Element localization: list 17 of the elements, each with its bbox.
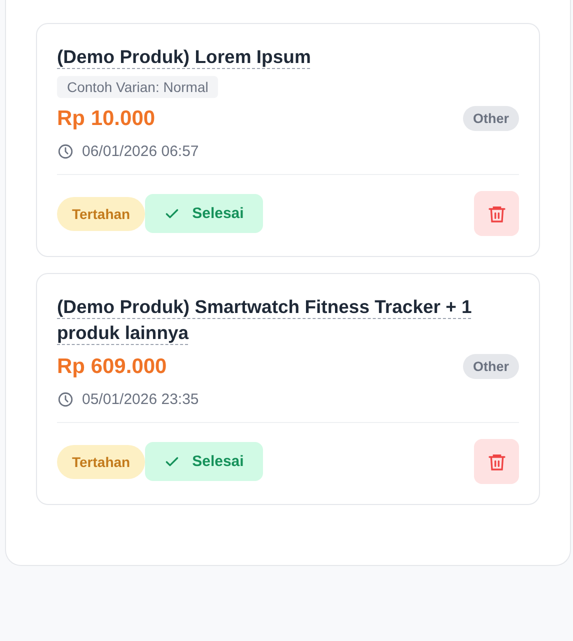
status-badge: Tertahan: [57, 196, 146, 230]
delete-button[interactable]: [474, 439, 519, 484]
complete-button[interactable]: Selesai: [145, 442, 263, 481]
order-price: Rp 10.000: [57, 106, 156, 130]
delete-button[interactable]: [474, 191, 519, 236]
clock-icon: [57, 391, 74, 408]
order-price: Rp 609.000: [57, 354, 167, 378]
product-title[interactable]: (Demo Produk) Smartwatch Fitness Tracker + 1 produk lainnya: [57, 294, 519, 346]
variant-tag: Contoh Varian: Normal: [57, 76, 218, 98]
category-badge: Other: [462, 106, 519, 131]
clock-icon: [57, 143, 74, 160]
product-title[interactable]: (Demo Produk) Lorem Ipsum: [57, 44, 311, 70]
order-datetime: 06/01/2026 06:57: [82, 143, 199, 160]
category-badge: Other: [462, 354, 519, 379]
order-datetime: 05/01/2026 23:35: [82, 391, 199, 408]
complete-button[interactable]: Selesai: [145, 194, 263, 233]
status-badge: Tertahan: [57, 444, 146, 478]
